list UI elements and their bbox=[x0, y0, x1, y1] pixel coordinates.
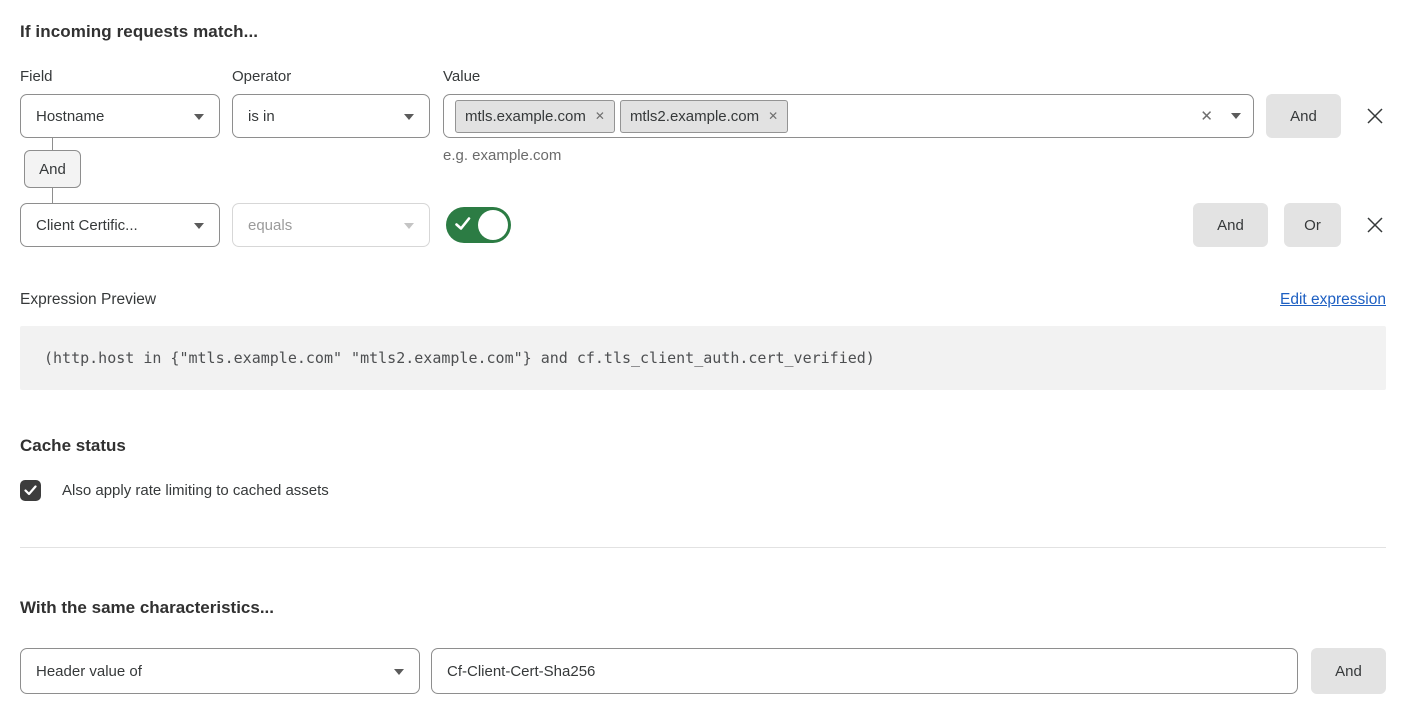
chevron-down-icon[interactable] bbox=[1231, 113, 1241, 119]
and-connector: And bbox=[24, 138, 81, 203]
field-select-row2-value: Client Certific... bbox=[36, 217, 138, 234]
tag-remove-icon[interactable]: ✕ bbox=[768, 110, 778, 122]
chevron-down-icon bbox=[194, 114, 204, 120]
value-tag: mtls2.example.com ✕ bbox=[620, 100, 788, 133]
clear-values-icon[interactable]: ✕ bbox=[1200, 109, 1213, 124]
value-tag-label: mtls2.example.com bbox=[630, 108, 759, 125]
operator-select-row2-disabled: equals bbox=[232, 203, 430, 247]
section-divider bbox=[20, 547, 1386, 548]
value-label: Value bbox=[443, 68, 1386, 85]
rule-row-1: Hostname is in mtls.example.com ✕ mtls2.… bbox=[20, 94, 1386, 138]
rate-limit-rule-builder: If incoming requests match... Field Oper… bbox=[0, 0, 1420, 720]
operator-select-row2-value: equals bbox=[248, 217, 292, 234]
between-band: And e.g. example.com bbox=[20, 138, 1386, 203]
value-helper-text: e.g. example.com bbox=[443, 147, 561, 164]
delete-row1-icon[interactable] bbox=[1364, 94, 1386, 138]
expression-preview-label: Expression Preview bbox=[20, 291, 156, 309]
chevron-down-icon bbox=[404, 223, 414, 229]
multiselect-controls: ✕ bbox=[1200, 109, 1241, 124]
field-label: Field bbox=[20, 68, 232, 85]
characteristics-row: Header value of And bbox=[20, 648, 1386, 694]
expression-code-block: (http.host in {"mtls.example.com" "mtls2… bbox=[20, 326, 1386, 390]
operator-select-row1-value: is in bbox=[248, 108, 275, 125]
and-button-row2[interactable]: And bbox=[1193, 203, 1268, 247]
edit-expression-link[interactable]: Edit expression bbox=[1280, 291, 1386, 309]
rule-row-2: Client Certific... equals And Or bbox=[20, 203, 1386, 247]
field-select-row1[interactable]: Hostname bbox=[20, 94, 220, 138]
value-tag: mtls.example.com ✕ bbox=[455, 100, 615, 133]
expression-header: Expression Preview Edit expression bbox=[20, 291, 1386, 309]
spacer bbox=[511, 203, 1181, 247]
cache-status-title: Cache status bbox=[20, 436, 1386, 456]
cached-assets-checkbox[interactable] bbox=[20, 480, 41, 501]
operator-select-row1[interactable]: is in bbox=[232, 94, 430, 138]
value-tag-label: mtls.example.com bbox=[465, 108, 586, 125]
expression-code: (http.host in {"mtls.example.com" "mtls2… bbox=[44, 349, 875, 367]
cert-verified-toggle[interactable] bbox=[446, 207, 511, 243]
characteristic-select-value: Header value of bbox=[36, 663, 142, 680]
cache-checkbox-row: Also apply rate limiting to cached asset… bbox=[20, 480, 1386, 501]
tag-remove-icon[interactable]: ✕ bbox=[595, 110, 605, 122]
add-characteristic-and-button[interactable]: And bbox=[1311, 648, 1386, 694]
chevron-down-icon bbox=[404, 114, 414, 120]
characteristic-select[interactable]: Header value of bbox=[20, 648, 420, 694]
field-labels-row: Field Operator Value bbox=[20, 68, 1386, 85]
cached-assets-checkbox-label: Also apply rate limiting to cached asset… bbox=[62, 482, 329, 499]
and-button-row1[interactable]: And bbox=[1266, 94, 1341, 138]
and-connector-button[interactable]: And bbox=[24, 150, 81, 188]
toggle-knob bbox=[478, 210, 508, 240]
value-multiselect-row1[interactable]: mtls.example.com ✕ mtls2.example.com ✕ ✕ bbox=[443, 94, 1254, 138]
connector-line bbox=[52, 188, 53, 203]
characteristics-title: With the same characteristics... bbox=[20, 598, 1386, 618]
chevron-down-icon bbox=[394, 669, 404, 675]
operator-label: Operator bbox=[232, 68, 443, 85]
match-section-title: If incoming requests match... bbox=[20, 22, 1386, 42]
check-icon bbox=[455, 217, 471, 236]
or-button-row2[interactable]: Or bbox=[1284, 203, 1341, 247]
chevron-down-icon bbox=[194, 223, 204, 229]
connector-line bbox=[52, 138, 53, 150]
header-name-input[interactable] bbox=[431, 648, 1298, 694]
field-select-row1-value: Hostname bbox=[36, 108, 104, 125]
delete-row2-icon[interactable] bbox=[1364, 203, 1386, 247]
field-select-row2[interactable]: Client Certific... bbox=[20, 203, 220, 247]
